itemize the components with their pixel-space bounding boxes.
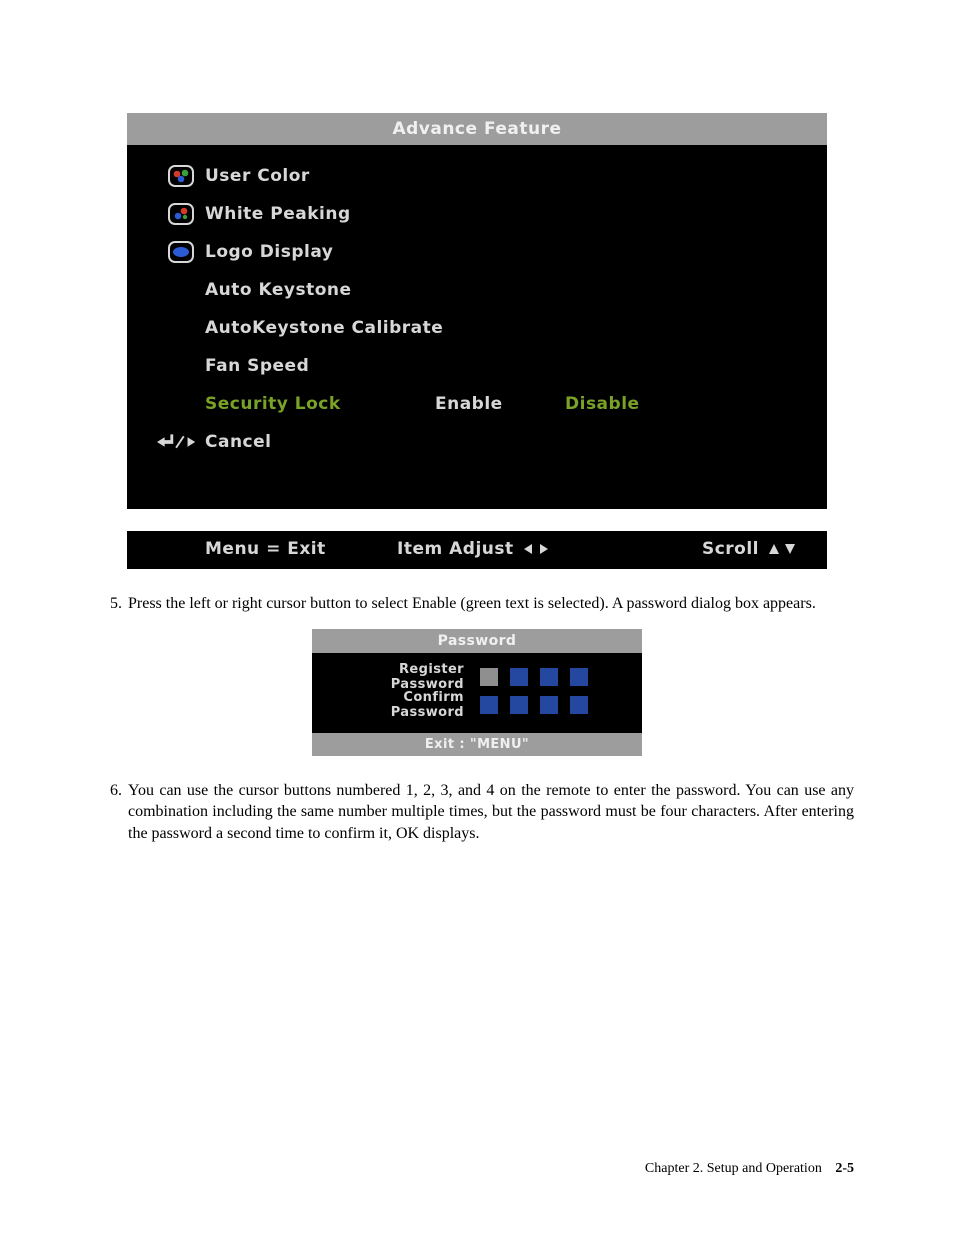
password-box[interactable] [480,696,498,714]
row-label: Register Password [330,662,480,692]
instruction-step-5: 5. Press the left or right cursor button… [100,593,854,615]
password-box[interactable] [540,668,558,686]
password-box[interactable] [510,668,528,686]
step-number: 5. [100,593,128,615]
footer-chapter: Chapter 2. Setup and Operation [645,1161,822,1176]
password-confirm-row: Confirm Password [330,691,624,719]
step-text: Press the left or right cursor button to… [128,593,854,615]
password-box[interactable] [540,696,558,714]
osd-advance-feature: Advance Feature User Color [127,113,827,569]
osd-exit-hint: Exit : "MENU" [312,733,642,756]
menu-item-label: Cancel [205,432,415,452]
menu-item-user-color[interactable]: User Color [157,157,797,195]
enter-right-icon [157,434,199,450]
menu-item-auto-keystone[interactable]: Auto Keystone [157,271,797,309]
help-scroll: Scroll [702,539,759,559]
menu-item-autokeystone-calibrate[interactable]: AutoKeystone Calibrate [157,309,797,347]
option-enable[interactable]: Enable [435,394,565,414]
step-text: You can use the cursor buttons numbered … [128,780,854,845]
menu-item-fan-speed[interactable]: Fan Speed [157,347,797,385]
user-color-icon [168,165,194,187]
password-box[interactable] [570,696,588,714]
page-footer: Chapter 2. Setup and Operation 2-5 [645,1161,854,1177]
help-menu-exit: Menu = Exit [157,539,397,559]
password-box[interactable] [510,696,528,714]
menu-item-label: White Peaking [205,204,415,224]
menu-item-label: AutoKeystone Calibrate [205,318,505,338]
row-label: Confirm Password [330,690,480,720]
menu-item-cancel[interactable]: Cancel [157,423,797,461]
menu-item-label: Fan Speed [205,356,415,376]
footer-page-number: 2-5 [835,1161,854,1176]
osd-password: Password Register Password Confirm Passw… [312,629,642,756]
menu-item-label: User Color [205,166,415,186]
osd-title: Advance Feature [127,113,827,145]
password-register-row: Register Password [330,663,624,691]
instruction-step-6: 6. You can use the cursor buttons number… [100,780,854,845]
logo-display-icon [168,241,194,263]
menu-item-security-lock[interactable]: Security Lock Enable Disable [157,385,797,423]
menu-item-logo-display[interactable]: Logo Display [157,233,797,271]
menu-item-label: Auto Keystone [205,280,415,300]
password-box[interactable] [570,668,588,686]
up-down-arrows-icon [767,542,797,556]
menu-item-white-peaking[interactable]: White Peaking [157,195,797,233]
option-disable[interactable]: Disable [565,394,695,414]
step-number: 6. [100,780,128,845]
help-item-adjust: Item Adjust [397,539,514,559]
osd-title: Password [312,629,642,653]
password-box[interactable] [480,668,498,686]
menu-item-label: Security Lock [205,394,415,414]
osd-help-bar: Menu = Exit Item Adjust Scroll [127,531,827,569]
left-right-arrows-icon [524,542,548,556]
menu-item-label: Logo Display [205,242,415,262]
white-peaking-icon [168,203,194,225]
